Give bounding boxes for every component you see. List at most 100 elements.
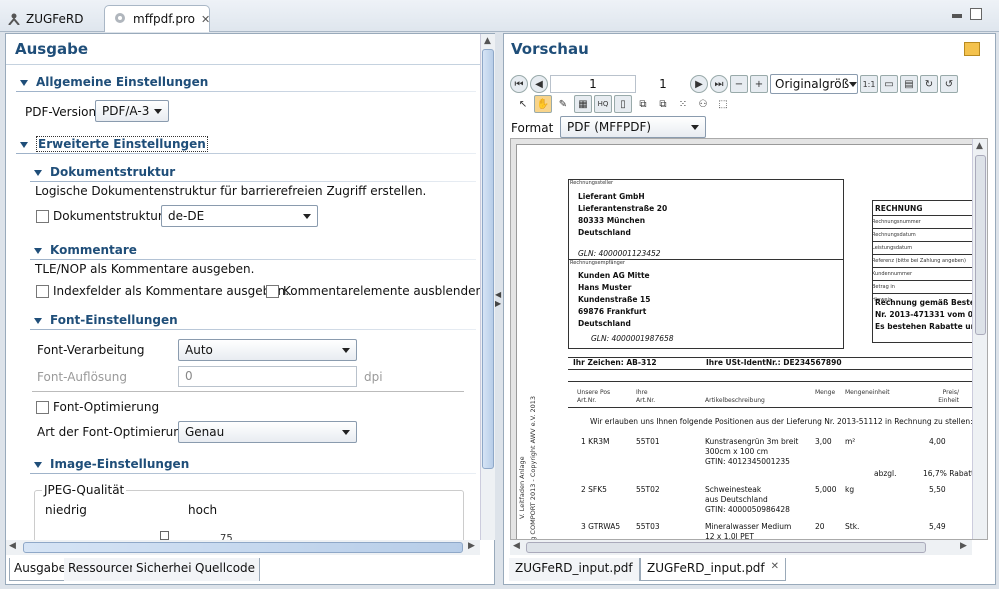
first-page-icon[interactable]: ⏮ — [510, 75, 528, 93]
font-processing-label: Font-Verarbeitung — [37, 343, 145, 357]
prev-page-icon[interactable]: ◀ — [530, 75, 548, 93]
format-select[interactable]: PDF (MFFPDF) — [560, 116, 706, 138]
intro-text: Wir erlauben uns Ihnen folgende Position… — [590, 417, 973, 426]
quality-slider-thumb[interactable] — [160, 531, 169, 540]
preview-toolbar-2: ↖ ✋ ✎ ▦ HQ ▯ ⧉ ⧉ ⁙ ⚇ ⬚ — [514, 95, 732, 113]
pages-icon[interactable]: ⧉ — [634, 95, 652, 113]
col-art: Ihre Art.Nr. — [636, 389, 656, 404]
last-page-icon[interactable]: ⏭ — [710, 75, 728, 93]
section-general[interactable]: Allgemeine Einstellungen — [20, 75, 208, 89]
recipient-gln: GLN: 4000001987658 — [591, 334, 674, 343]
preview-tab-1[interactable]: ZUGFeRD_input.pdf — [509, 558, 640, 581]
pdf-version-select[interactable]: PDF/A-3 — [95, 100, 169, 122]
bottom-tab-ausgabe[interactable]: Ausgabe — [9, 558, 72, 581]
col-unit: Mengeneinheit — [845, 389, 890, 396]
section-docstruct[interactable]: Dokumentstruktur — [34, 165, 175, 179]
actual-size-icon[interactable]: 1:1 — [860, 75, 878, 93]
col-desc: Artikelbeschreibung — [705, 397, 765, 404]
zoom-out-icon[interactable]: − — [730, 75, 748, 93]
section-fonts[interactable]: Font-Einstellungen — [34, 313, 178, 327]
bottom-tab-ressourcen[interactable]: Ressourcen — [64, 558, 142, 581]
tab-label: ZUGFeRD — [26, 11, 84, 26]
scroll-thumb[interactable] — [482, 49, 494, 469]
zoom-select[interactable]: Originalgröß — [770, 74, 858, 94]
sender-caption: Rechnungssteller — [570, 180, 614, 186]
section-images[interactable]: Image-Einstellungen — [34, 457, 189, 471]
page-input[interactable]: 1 — [550, 75, 636, 93]
section-extended[interactable]: Erweiterte Einstellungen — [20, 136, 208, 152]
dpi-unit: dpi — [364, 370, 383, 384]
close-icon[interactable]: ✕ — [771, 561, 779, 577]
preview-vscroll[interactable]: ▲ — [972, 139, 987, 539]
zoom-in-icon[interactable]: + — [750, 75, 768, 93]
discount-label: abzgl. — [874, 469, 897, 478]
sender-gln: GLN: 4000001123452 — [578, 249, 661, 258]
preview-tab-2[interactable]: ZUGFeRD_input.pdf ✕ — [640, 558, 787, 581]
left-vscroll[interactable]: ▲ — [480, 34, 495, 540]
splitter-arrows[interactable]: ◀ ▶ — [495, 290, 503, 308]
font-resolution-label: Font-Auflösung — [37, 370, 127, 384]
rotate-ccw-icon[interactable]: ↺ — [940, 75, 958, 93]
tab-zugferd[interactable]: ZUGFeRD — [0, 5, 92, 32]
person-tree-icon — [8, 13, 20, 26]
rechnung-heading: RECHNUNG — [875, 204, 923, 213]
pen-icon[interactable]: ✎ — [554, 95, 572, 113]
col-price: Preis/ Einheit — [938, 389, 959, 404]
vorschau-panel: Vorschau ⏮ ◀ 1 1 ▶ ⏭ − + Originalgröß 1:… — [503, 33, 996, 585]
fit-width-icon[interactable]: ▤ — [900, 75, 918, 93]
close-icon[interactable]: ✕ — [201, 13, 210, 26]
binoculars-icon[interactable]: ⚇ — [694, 95, 712, 113]
dotted-grid-icon[interactable]: ⁙ — [674, 95, 692, 113]
hq-icon[interactable]: HQ — [594, 95, 612, 113]
gear-file-icon — [113, 11, 127, 28]
editor-tab-bar: ZUGFeRD mffpdf.pro ✕ — [0, 0, 999, 32]
pages-compare-icon[interactable]: ⧉ — [654, 95, 672, 113]
next-page-icon[interactable]: ▶ — [690, 75, 708, 93]
col-qty: Menge — [815, 389, 836, 396]
checkbox[interactable] — [36, 400, 49, 414]
font-processing-select[interactable]: Auto — [178, 339, 357, 361]
preview-canvas[interactable]: ung COMPORT 2013 - Copyright AWV e.V. 20… — [510, 138, 988, 540]
jpeg-group-label: JPEG-Qualität — [42, 483, 127, 497]
folder-icon[interactable] — [964, 42, 980, 56]
bottom-tab-quellcode[interactable]: Quellcode — [191, 558, 261, 581]
minimize-icon[interactable] — [952, 14, 962, 18]
recipient-address: Kunden AG Mitte Hans Muster Kundenstraße 1… — [578, 271, 651, 328]
font-resolution-input[interactable]: 0 — [178, 366, 357, 387]
page-icon[interactable]: ▯ — [614, 95, 632, 113]
index-comments-checkbox[interactable]: Indexfelder als Kommentare ausgeben. — [36, 284, 289, 298]
maximize-icon[interactable] — [970, 8, 982, 20]
checkbox[interactable] — [36, 284, 49, 298]
grid-icon[interactable]: ▦ — [574, 95, 592, 113]
scroll-thumb[interactable] — [23, 542, 463, 553]
opt-type-label: Art der Font-Optimierung — [37, 425, 189, 439]
preview-hscroll[interactable]: ◀ ▶ — [510, 540, 972, 555]
high-label: hoch — [188, 503, 218, 517]
sender-address: Lieferant GmbH Lieferantenstraße 20 80333 … — [578, 192, 668, 237]
low-label: niedrig — [45, 503, 87, 517]
checkbox[interactable] — [36, 209, 49, 223]
rotate-cw-icon[interactable]: ↻ — [920, 75, 938, 93]
side-text: ung COMPORT 2013 - Copyright AWV e.V. 20… — [529, 395, 537, 540]
font-optimize-checkbox[interactable]: Font-Optimierung — [36, 400, 159, 414]
scroll-thumb[interactable] — [975, 155, 986, 335]
language-select[interactable]: de-DE — [161, 205, 318, 227]
section-comments[interactable]: Kommentare — [34, 243, 137, 257]
opt-type-select[interactable]: Genau — [178, 421, 357, 443]
pdf-version-label: PDF-Version — [25, 105, 97, 119]
scroll-thumb[interactable] — [526, 542, 926, 553]
comments-desc: TLE/NOP als Kommentare ausgeben. — [35, 262, 255, 276]
left-hscroll[interactable]: ◀ ▶ — [6, 540, 480, 555]
format-label: Format — [511, 121, 554, 135]
preview-toolbar: ⏮ ◀ 1 1 ▶ ⏭ − + Originalgröß 1:1 ▭ ▤ ↻ ↺ — [510, 74, 958, 94]
invoice-page: ung COMPORT 2013 - Copyright AWV e.V. 20… — [516, 144, 987, 540]
select-box-icon[interactable]: ⬚ — [714, 95, 732, 113]
fit-page-icon[interactable]: ▭ — [880, 75, 898, 93]
docstruct-checkbox[interactable]: Dokumentstruktur — [36, 209, 163, 223]
hand-icon[interactable]: ✋ — [534, 95, 552, 113]
tab-mffpdf[interactable]: mffpdf.pro ✕ — [104, 5, 210, 32]
pointer-icon[interactable]: ↖ — [514, 95, 532, 113]
checkbox[interactable] — [266, 284, 279, 298]
hide-comments-checkbox[interactable]: Kommentarelemente ausblenden — [266, 284, 483, 298]
page-title: Ausgabe — [15, 40, 88, 58]
